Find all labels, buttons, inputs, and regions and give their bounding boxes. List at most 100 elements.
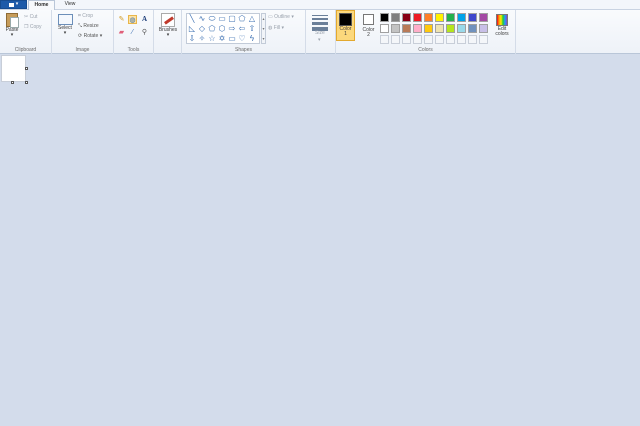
hexagon-shape-icon[interactable]: ⬡ <box>218 25 226 33</box>
pencil-icon[interactable]: ✎ <box>117 15 126 24</box>
oval-shape-icon[interactable]: ⬭ <box>208 15 216 23</box>
chevron-down-icon: ▾ <box>99 33 103 39</box>
palette-swatch[interactable] <box>391 13 400 22</box>
palette-swatch-empty[interactable] <box>424 35 433 44</box>
color2-button[interactable]: Color 2 <box>360 13 377 38</box>
resize-handle-bottom[interactable] <box>11 81 14 84</box>
crop-button[interactable]: ⌗ Crop <box>78 13 93 19</box>
scissors-icon: ✂ <box>24 14 29 20</box>
palette-swatch-empty[interactable] <box>402 35 411 44</box>
palette-swatch-empty[interactable] <box>391 35 400 44</box>
clipboard-group: Paste ▾ ✂ Cut ❐ Copy Clipboard <box>0 10 52 54</box>
paste-button[interactable]: Paste ▾ <box>3 13 21 38</box>
palette-swatch[interactable] <box>402 13 411 22</box>
select-button[interactable]: Select ▾ <box>56 14 74 36</box>
palette-swatch[interactable] <box>424 24 433 33</box>
chevron-down-icon: ▾ <box>281 25 285 31</box>
palette-swatch[interactable] <box>424 13 433 22</box>
up-arrow-shape-icon[interactable]: ⇧ <box>248 25 256 33</box>
color2-number: 2 <box>367 32 370 38</box>
select-rectangle-icon <box>57 14 73 25</box>
resize-handle-right[interactable] <box>25 67 28 70</box>
colors-group: Color 1 Color 2 Edit colors Colors <box>336 10 516 54</box>
heart-shape-icon[interactable]: ♡ <box>238 35 246 43</box>
shapes-group-label: Shapes <box>235 47 252 53</box>
diamond-shape-icon[interactable]: ◇ <box>198 25 206 33</box>
outline-button[interactable]: ▭ Outline ▾ <box>268 14 294 20</box>
size-label: Size <box>315 30 325 36</box>
palette-swatch[interactable] <box>391 24 400 33</box>
fill-icon[interactable]: ◍ <box>128 15 137 24</box>
palette-swatch[interactable] <box>435 13 444 22</box>
callout-shape-icon[interactable]: ▭ <box>228 35 236 43</box>
six-point-star-shape-icon[interactable]: ✡ <box>218 35 226 43</box>
chevron-down-icon: ▾ <box>63 30 67 36</box>
triangle-shape-icon[interactable]: △ <box>248 15 256 23</box>
palette-swatch[interactable] <box>479 24 488 33</box>
color1-number: 1 <box>344 31 347 37</box>
palette-swatch-empty[interactable] <box>413 35 422 44</box>
brushes-button[interactable]: Brushes ▾ <box>157 13 179 38</box>
line-shape-icon[interactable]: ╲ <box>188 15 196 23</box>
color-picker-icon[interactable]: ⁄ <box>128 28 137 37</box>
fill-button[interactable]: ◍ Fill ▾ <box>268 25 284 31</box>
chevron-down-icon: ▾ <box>15 1 19 7</box>
rectangle-shape-icon[interactable]: ▭ <box>218 15 226 23</box>
rainbow-palette-icon <box>496 14 508 26</box>
crop-label: Crop <box>82 13 94 19</box>
paste-icon <box>6 13 19 28</box>
polygon-shape-icon[interactable]: ⬠ <box>238 15 246 23</box>
tools-group: ✎ ◍ A ▰ ⁄ ⚲ Tools <box>114 10 154 54</box>
palette-swatch[interactable] <box>435 24 444 33</box>
clipboard-group-label: Clipboard <box>14 47 37 53</box>
palette-swatch[interactable] <box>446 24 455 33</box>
palette-swatch[interactable] <box>457 24 466 33</box>
palette-swatch-empty[interactable] <box>468 35 477 44</box>
edit-colors-button[interactable]: Edit colors <box>491 14 513 37</box>
rotate-button[interactable]: ⟳ Rotate ▾ <box>78 33 102 39</box>
palette-swatch[interactable] <box>446 13 455 22</box>
palette-swatch[interactable] <box>468 24 477 33</box>
pentagon-shape-icon[interactable]: ⬠ <box>208 25 216 33</box>
palette-swatch[interactable] <box>380 24 389 33</box>
text-icon[interactable]: A <box>140 15 149 24</box>
palette-swatch[interactable] <box>479 13 488 22</box>
lightning-shape-icon[interactable]: ϟ <box>248 35 256 43</box>
cut-button[interactable]: ✂ Cut <box>24 14 37 20</box>
image-group: Select ▾ ⌗ Crop ⤡ Resize ⟳ Rotate ▾ Imag… <box>52 10 114 54</box>
four-point-star-shape-icon[interactable]: ✧ <box>198 35 206 43</box>
copy-button[interactable]: ❐ Copy <box>24 24 42 30</box>
chevron-down-icon: ▾ <box>291 14 294 20</box>
resize-button[interactable]: ⤡ Resize <box>78 23 99 29</box>
shapes-scrollbar[interactable]: ▴ ▾ ▾ <box>261 13 266 44</box>
palette-swatch[interactable] <box>380 13 389 22</box>
color1-button[interactable]: Color 1 <box>336 10 355 41</box>
tab-view[interactable]: View <box>60 0 80 10</box>
image-group-label: Image <box>75 47 90 53</box>
right-triangle-shape-icon[interactable]: ◺ <box>188 25 196 33</box>
palette-swatch-empty[interactable] <box>479 35 488 44</box>
file-menu-button[interactable]: ▾ <box>0 0 27 9</box>
palette-swatch[interactable] <box>457 13 466 22</box>
magnifier-icon[interactable]: ⚲ <box>140 28 149 37</box>
resize-handle-corner[interactable] <box>25 81 28 84</box>
palette-swatch[interactable] <box>413 13 422 22</box>
right-arrow-shape-icon[interactable]: ⇨ <box>228 25 236 33</box>
down-arrow-shape-icon[interactable]: ⇩ <box>188 35 196 43</box>
palette-swatch[interactable] <box>413 24 422 33</box>
rounded-rectangle-shape-icon[interactable]: ▢ <box>228 15 236 23</box>
eraser-icon[interactable]: ▰ <box>117 28 126 37</box>
tab-home[interactable]: Home <box>28 0 55 10</box>
left-arrow-shape-icon[interactable]: ⇦ <box>238 25 246 33</box>
palette-swatch-empty[interactable] <box>435 35 444 44</box>
palette-swatch[interactable] <box>402 24 411 33</box>
outline-label: Outline <box>274 14 290 20</box>
palette-swatch-empty[interactable] <box>457 35 466 44</box>
curve-shape-icon[interactable]: ∿ <box>198 15 206 23</box>
palette-swatch-empty[interactable] <box>380 35 389 44</box>
palette-swatch[interactable] <box>468 13 477 22</box>
palette-swatch-empty[interactable] <box>446 35 455 44</box>
drawing-canvas[interactable] <box>1 55 26 82</box>
five-point-star-shape-icon[interactable]: ☆ <box>208 35 216 43</box>
shapes-group: ╲ ∿ ⬭ ▭ ▢ ⬠ △ ◺ ◇ ⬠ ⬡ ⇨ ⇦ ⇧ ⇩ ✧ ☆ ✡ ▭ ♡ … <box>182 10 306 54</box>
